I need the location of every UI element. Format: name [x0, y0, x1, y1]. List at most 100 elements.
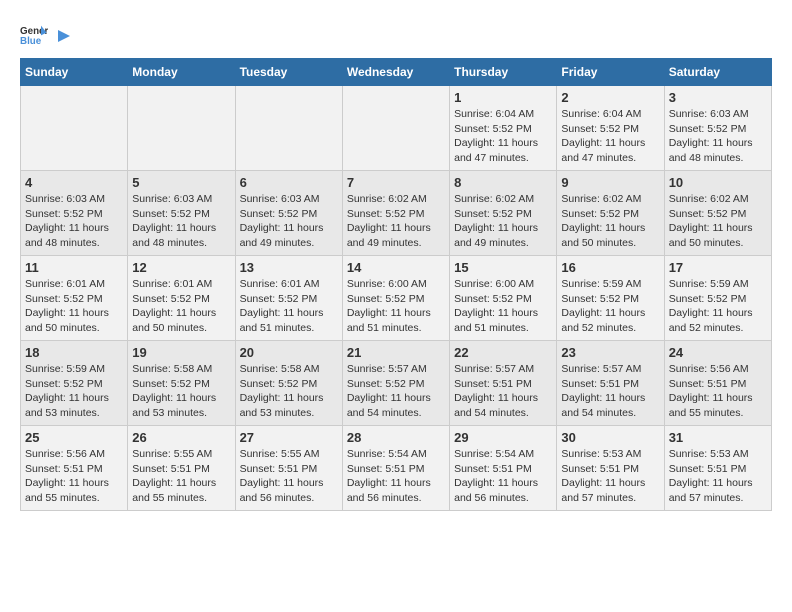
day-number: 8 — [454, 175, 552, 190]
calendar-table: SundayMondayTuesdayWednesdayThursdayFrid… — [20, 58, 772, 511]
day-number: 26 — [132, 430, 230, 445]
calendar-cell: 19 Sunrise: 5:58 AM Sunset: 5:52 PM Dayli… — [128, 341, 235, 426]
calendar-cell — [128, 86, 235, 171]
calendar-cell: 26 Sunrise: 5:55 AM Sunset: 5:51 PM Dayli… — [128, 426, 235, 511]
day-number: 5 — [132, 175, 230, 190]
svg-text:Blue: Blue — [20, 36, 42, 47]
day-info: Sunrise: 5:53 AM Sunset: 5:51 PM Dayligh… — [561, 447, 659, 506]
day-info: Sunrise: 5:59 AM Sunset: 5:52 PM Dayligh… — [561, 277, 659, 336]
logo-icon: General Blue — [20, 20, 48, 48]
header-wednesday: Wednesday — [342, 59, 449, 86]
day-number: 9 — [561, 175, 659, 190]
day-info: Sunrise: 6:03 AM Sunset: 5:52 PM Dayligh… — [669, 107, 767, 166]
header-thursday: Thursday — [450, 59, 557, 86]
day-number: 12 — [132, 260, 230, 275]
calendar-cell: 22 Sunrise: 5:57 AM Sunset: 5:51 PM Dayli… — [450, 341, 557, 426]
calendar-cell: 10Sunrise: 6:02 AM Sunset: 5:52 PM Dayli… — [664, 171, 771, 256]
day-info: Sunrise: 5:57 AM Sunset: 5:51 PM Dayligh… — [454, 362, 552, 421]
calendar-cell: 12 Sunrise: 6:01 AM Sunset: 5:52 PM Dayli… — [128, 256, 235, 341]
day-info: Sunrise: 5:57 AM Sunset: 5:52 PM Dayligh… — [347, 362, 445, 421]
day-info: Sunrise: 5:59 AM Sunset: 5:52 PM Dayligh… — [25, 362, 123, 421]
day-number: 4 — [25, 175, 123, 190]
calendar-cell: 13 Sunrise: 6:01 AM Sunset: 5:52 PM Dayli… — [235, 256, 342, 341]
calendar-cell: 25 Sunrise: 5:56 AM Sunset: 5:51 PM Dayli… — [21, 426, 128, 511]
day-number: 19 — [132, 345, 230, 360]
day-info: Sunrise: 6:02 AM Sunset: 5:52 PM Dayligh… — [454, 192, 552, 251]
week-row-4: 18 Sunrise: 5:59 AM Sunset: 5:52 PM Dayli… — [21, 341, 772, 426]
day-number: 20 — [240, 345, 338, 360]
week-row-1: 1 Sunrise: 6:04 AM Sunset: 5:52 PM Daylig… — [21, 86, 772, 171]
day-number: 27 — [240, 430, 338, 445]
day-info: Sunrise: 6:04 AM Sunset: 5:52 PM Dayligh… — [561, 107, 659, 166]
day-info: Sunrise: 5:54 AM Sunset: 5:51 PM Dayligh… — [347, 447, 445, 506]
day-info: Sunrise: 6:01 AM Sunset: 5:52 PM Dayligh… — [240, 277, 338, 336]
day-number: 2 — [561, 90, 659, 105]
calendar-cell: 14 Sunrise: 6:00 AM Sunset: 5:52 PM Dayli… — [342, 256, 449, 341]
day-number: 3 — [669, 90, 767, 105]
day-info: Sunrise: 6:02 AM Sunset: 5:52 PM Dayligh… — [347, 192, 445, 251]
calendar-cell: 9 Sunrise: 6:02 AM Sunset: 5:52 PM Daylig… — [557, 171, 664, 256]
day-info: Sunrise: 5:57 AM Sunset: 5:51 PM Dayligh… — [561, 362, 659, 421]
header-saturday: Saturday — [664, 59, 771, 86]
calendar-cell: 8 Sunrise: 6:02 AM Sunset: 5:52 PM Daylig… — [450, 171, 557, 256]
day-number: 14 — [347, 260, 445, 275]
day-info: Sunrise: 6:03 AM Sunset: 5:52 PM Dayligh… — [132, 192, 230, 251]
calendar-cell: 20Sunrise: 5:58 AM Sunset: 5:52 PM Dayli… — [235, 341, 342, 426]
day-info: Sunrise: 5:56 AM Sunset: 5:51 PM Dayligh… — [25, 447, 123, 506]
week-row-2: 4 Sunrise: 6:03 AM Sunset: 5:52 PM Daylig… — [21, 171, 772, 256]
calendar-cell — [235, 86, 342, 171]
calendar-cell — [342, 86, 449, 171]
day-number: 23 — [561, 345, 659, 360]
day-number: 6 — [240, 175, 338, 190]
calendar-cell: 3 Sunrise: 6:03 AM Sunset: 5:52 PM Daylig… — [664, 86, 771, 171]
calendar-cell: 7Sunrise: 6:02 AM Sunset: 5:52 PM Daylig… — [342, 171, 449, 256]
calendar-cell: 1 Sunrise: 6:04 AM Sunset: 5:52 PM Daylig… — [450, 86, 557, 171]
calendar-cell: 16Sunrise: 5:59 AM Sunset: 5:52 PM Dayli… — [557, 256, 664, 341]
day-info: Sunrise: 6:04 AM Sunset: 5:52 PM Dayligh… — [454, 107, 552, 166]
week-row-5: 25 Sunrise: 5:56 AM Sunset: 5:51 PM Dayli… — [21, 426, 772, 511]
day-number: 13 — [240, 260, 338, 275]
calendar-header-row: SundayMondayTuesdayWednesdayThursdayFrid… — [21, 59, 772, 86]
day-info: Sunrise: 6:02 AM Sunset: 5:52 PM Dayligh… — [561, 192, 659, 251]
day-number: 17 — [669, 260, 767, 275]
day-info: Sunrise: 6:03 AM Sunset: 5:52 PM Dayligh… — [240, 192, 338, 251]
day-info: Sunrise: 6:03 AM Sunset: 5:52 PM Dayligh… — [25, 192, 123, 251]
calendar-cell: 21 Sunrise: 5:57 AM Sunset: 5:52 PM Dayli… — [342, 341, 449, 426]
calendar-cell: 11Sunrise: 6:01 AM Sunset: 5:52 PM Dayli… — [21, 256, 128, 341]
calendar-cell — [21, 86, 128, 171]
day-number: 30 — [561, 430, 659, 445]
day-info: Sunrise: 6:01 AM Sunset: 5:52 PM Dayligh… — [132, 277, 230, 336]
day-info: Sunrise: 5:56 AM Sunset: 5:51 PM Dayligh… — [669, 362, 767, 421]
day-number: 31 — [669, 430, 767, 445]
day-number: 21 — [347, 345, 445, 360]
calendar-cell: 4 Sunrise: 6:03 AM Sunset: 5:52 PM Daylig… — [21, 171, 128, 256]
week-row-3: 11 Sunrise: 6:01 AM Sunset: 5:52 PM Dayli… — [21, 256, 772, 341]
day-info: Sunrise: 5:54 AM Sunset: 5:51 PM Dayligh… — [454, 447, 552, 506]
day-number: 22 — [454, 345, 552, 360]
calendar-cell: 15 Sunrise: 6:00 AM Sunset: 5:52 PM Dayli… — [450, 256, 557, 341]
page-header: General Blue — [20, 20, 772, 48]
day-number: 18 — [25, 345, 123, 360]
calendar-cell: 2 Sunrise: 6:04 AM Sunset: 5:52 PM Daylig… — [557, 86, 664, 171]
header-monday: Monday — [128, 59, 235, 86]
day-info: Sunrise: 5:55 AM Sunset: 5:51 PM Dayligh… — [240, 447, 338, 506]
calendar-cell: 31 Sunrise: 5:53 AM Sunset: 5:51 PM Dayli… — [664, 426, 771, 511]
day-info: Sunrise: 5:55 AM Sunset: 5:51 PM Dayligh… — [132, 447, 230, 506]
day-number: 11 — [25, 260, 123, 275]
day-info: Sunrise: 6:00 AM Sunset: 5:52 PM Dayligh… — [347, 277, 445, 336]
day-info: Sunrise: 6:00 AM Sunset: 5:52 PM Dayligh… — [454, 277, 552, 336]
calendar-cell: 17 Sunrise: 5:59 AM Sunset: 5:52 PM Dayli… — [664, 256, 771, 341]
calendar-cell: 6 Sunrise: 6:03 AM Sunset: 5:52 PM Daylig… — [235, 171, 342, 256]
day-number: 24 — [669, 345, 767, 360]
calendar-cell: 27 Sunrise: 5:55 AM Sunset: 5:51 PM Dayli… — [235, 426, 342, 511]
day-info: Sunrise: 5:58 AM Sunset: 5:52 PM Dayligh… — [132, 362, 230, 421]
day-info: Sunrise: 5:59 AM Sunset: 5:52 PM Dayligh… — [669, 277, 767, 336]
logo: General Blue — [20, 20, 74, 48]
day-number: 1 — [454, 90, 552, 105]
calendar-cell: 23 Sunrise: 5:57 AM Sunset: 5:51 PM Dayli… — [557, 341, 664, 426]
day-number: 25 — [25, 430, 123, 445]
day-number: 29 — [454, 430, 552, 445]
day-info: Sunrise: 5:53 AM Sunset: 5:51 PM Dayligh… — [669, 447, 767, 506]
day-number: 15 — [454, 260, 552, 275]
logo-arrow-icon — [54, 26, 74, 46]
